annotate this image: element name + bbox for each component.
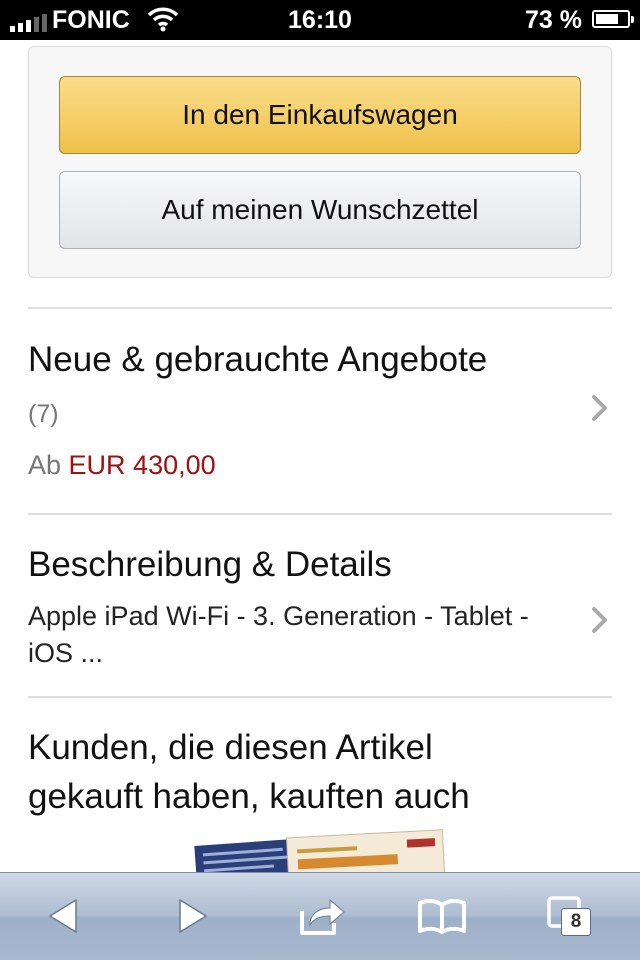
product-thumbnail[interactable] — [192, 828, 448, 872]
description-text: Apple iPad Wi-Fi - 3. Generation - Table… — [28, 601, 529, 668]
page-content[interactable]: In den Einkaufswagen Auf meinen Wunschze… — [0, 40, 640, 872]
divider — [28, 513, 612, 515]
back-arrow-icon — [49, 899, 77, 933]
bookmarks-button[interactable] — [412, 891, 472, 941]
browser-toolbar — [0, 872, 640, 960]
battery-icon — [592, 10, 634, 28]
share-button[interactable] — [292, 891, 352, 941]
price-from-label: Ab — [28, 450, 62, 480]
forward-button[interactable] — [162, 891, 222, 941]
battery-fill — [596, 14, 618, 24]
offers-count: (7) — [28, 400, 59, 428]
also-bought-title-line2: gekauft haben, kauften auch — [28, 777, 470, 816]
add-to-wishlist-button[interactable]: Auf meinen Wunschzettel — [59, 171, 581, 249]
status-bar: FONIC 16:10 73 % — [0, 0, 640, 40]
chevron-right-icon — [592, 607, 607, 633]
add-to-cart-button[interactable]: In den Einkaufswagen — [59, 76, 581, 154]
also-bought-title-line1: Kunden, die diesen Artikel — [28, 728, 433, 767]
battery-percentage: 73 % — [525, 6, 582, 34]
back-button[interactable] — [34, 891, 94, 941]
forward-arrow-icon — [179, 899, 207, 933]
add-to-wishlist-label: Auf meinen Wunschzettel — [161, 194, 479, 225]
divider — [28, 307, 612, 309]
add-to-cart-label: In den Einkaufswagen — [182, 99, 458, 130]
share-icon — [300, 898, 345, 935]
offers-title: Neue & gebrauchte Angebote — [28, 340, 488, 379]
bookmarks-book-icon — [418, 898, 466, 934]
offers-price-line: Ab EUR 430,00 — [28, 450, 216, 481]
divider — [28, 696, 612, 698]
offers-price: EUR 430,00 — [68, 450, 216, 480]
buy-box: In den Einkaufswagen Auf meinen Wunschze… — [28, 46, 612, 278]
description-title: Beschreibung & Details — [28, 545, 392, 584]
tabs-count-badge: 8 — [561, 908, 591, 936]
chevron-right-icon — [592, 395, 607, 421]
